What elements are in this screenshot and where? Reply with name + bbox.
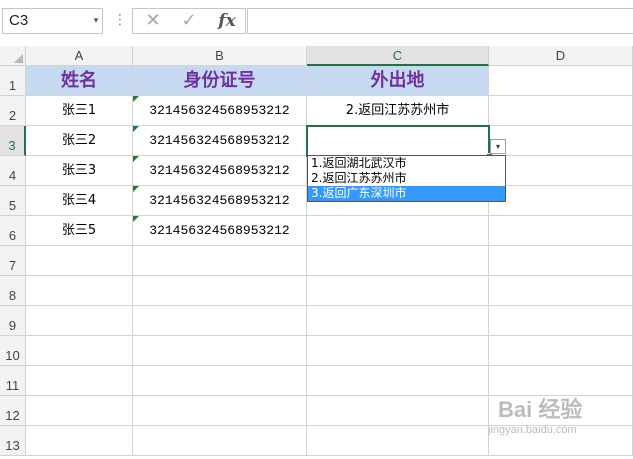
cell-c8[interactable] [307, 276, 489, 306]
cell-a13[interactable] [26, 426, 133, 456]
column-header-d[interactable]: D [489, 46, 633, 66]
row-header-3[interactable]: 3 [0, 126, 26, 156]
cell-b2[interactable]: 321456324568953212 [133, 96, 307, 126]
formula-bar: C3 ▾ ⋮ ✕ ✓ fx [0, 0, 633, 46]
dropdown-option-3[interactable]: 3.返回广东深圳市 [308, 186, 505, 201]
validation-dropdown-list: 1.返回湖北武汉市 2.返回江苏苏州市 3.返回广东深圳市 [307, 155, 506, 202]
cell-a7[interactable] [26, 246, 133, 276]
dropdown-option-2[interactable]: 2.返回江苏苏州市 [308, 171, 505, 186]
cell-c6[interactable] [307, 216, 489, 246]
column-header-a[interactable]: A [26, 46, 133, 66]
header-destination: 外出地 [370, 70, 425, 91]
cell-c9[interactable] [307, 306, 489, 336]
cell-d4[interactable] [489, 156, 633, 186]
cell-a11[interactable] [26, 366, 133, 396]
chevron-down-icon: ▾ [495, 142, 500, 151]
dropdown-option-1[interactable]: 1.返回湖北武汉市 [308, 156, 505, 171]
cell-a4[interactable]: 张三3 [26, 156, 133, 186]
cell-d6[interactable] [489, 216, 633, 246]
cell-b11[interactable] [133, 366, 307, 396]
baidu-watermark: Bai 经验 jingyan.baidu.com [478, 390, 628, 450]
cell-b10[interactable] [133, 336, 307, 366]
row-header-9[interactable]: 9 [0, 306, 26, 336]
cell-b3[interactable]: 321456324568953212 [133, 126, 307, 156]
row-header-12[interactable]: 12 [0, 396, 26, 426]
row-header-5[interactable]: 5 [0, 186, 26, 216]
cancel-icon[interactable]: ✕ [139, 9, 167, 33]
cell-a9[interactable] [26, 306, 133, 336]
column-header-b[interactable]: B [133, 46, 307, 66]
active-cell-c3[interactable] [306, 125, 490, 157]
cell-b6[interactable]: 321456324568953212 [133, 216, 307, 246]
cell-a6[interactable]: 张三5 [26, 216, 133, 246]
cell-a12[interactable] [26, 396, 133, 426]
cell-d7[interactable] [489, 246, 633, 276]
error-indicator-icon [133, 126, 139, 132]
cell-b7[interactable] [133, 246, 307, 276]
name-box[interactable]: C3 [2, 8, 103, 34]
cell-c7[interactable] [307, 246, 489, 276]
cell-c13[interactable] [307, 426, 489, 456]
cell-a5[interactable]: 张三4 [26, 186, 133, 216]
more-vertical-icon[interactable]: ⋮ [113, 8, 127, 34]
cell-d5[interactable] [489, 186, 633, 216]
header-name: 姓名 [61, 70, 97, 91]
row-header-7[interactable]: 7 [0, 246, 26, 276]
cell-c10[interactable] [307, 336, 489, 366]
enter-check-icon[interactable]: ✓ [175, 9, 203, 33]
cell-d10[interactable] [489, 336, 633, 366]
cell-b12[interactable] [133, 396, 307, 426]
cell-a8[interactable] [26, 276, 133, 306]
cell-b13[interactable] [133, 426, 307, 456]
error-indicator-icon [133, 96, 139, 102]
cell-c12[interactable] [307, 396, 489, 426]
row-header-1[interactable]: 1 [0, 66, 26, 96]
cell-a10[interactable] [26, 336, 133, 366]
row-header-2[interactable]: 2 [0, 96, 26, 126]
cell-b9[interactable] [133, 306, 307, 336]
row-header-8[interactable]: 8 [0, 276, 26, 306]
dropdown-arrow-button[interactable]: ▾ [490, 139, 506, 154]
cell-c11[interactable] [307, 366, 489, 396]
error-indicator-icon [133, 216, 139, 222]
cell-d3[interactable] [489, 126, 633, 156]
row-header-4[interactable]: 4 [0, 156, 26, 186]
cell-d9[interactable] [489, 306, 633, 336]
error-indicator-icon [133, 156, 139, 162]
row-header-11[interactable]: 11 [0, 366, 26, 396]
select-all-triangle-icon [14, 54, 23, 63]
cell-b8[interactable] [133, 276, 307, 306]
insert-function-button[interactable]: fx [213, 9, 241, 33]
header-id: 身份证号 [183, 70, 256, 91]
watermark-subtext: jingyan.baidu.com [488, 424, 577, 436]
cell-c2[interactable]: 2.返回江苏苏州市 [307, 96, 489, 126]
cell-d8[interactable] [489, 276, 633, 306]
cell-b4[interactable]: 321456324568953212 [133, 156, 307, 186]
row-header-10[interactable]: 10 [0, 336, 26, 366]
row-header-6[interactable]: 6 [0, 216, 26, 246]
cell-b5[interactable]: 321456324568953212 [133, 186, 307, 216]
chevron-down-icon[interactable]: ▾ [89, 8, 103, 34]
cell-d2[interactable] [489, 96, 633, 126]
cell-c1[interactable]: 外出地 [307, 66, 489, 96]
cell-a1[interactable]: 姓名 [26, 66, 133, 96]
row-header-13[interactable]: 13 [0, 426, 26, 456]
formula-buttons: ✕ ✓ fx [132, 8, 246, 34]
cell-b1[interactable]: 身份证号 [133, 66, 307, 96]
column-header-c[interactable]: C [307, 46, 489, 66]
cell-a3[interactable]: 张三2 [26, 126, 133, 156]
cell-d1[interactable] [489, 66, 633, 96]
formula-input[interactable] [247, 8, 633, 34]
select-all-corner[interactable] [0, 46, 26, 66]
error-indicator-icon [133, 186, 139, 192]
cell-a2[interactable]: 张三1 [26, 96, 133, 126]
watermark-text: Bai 经验 [498, 397, 583, 422]
